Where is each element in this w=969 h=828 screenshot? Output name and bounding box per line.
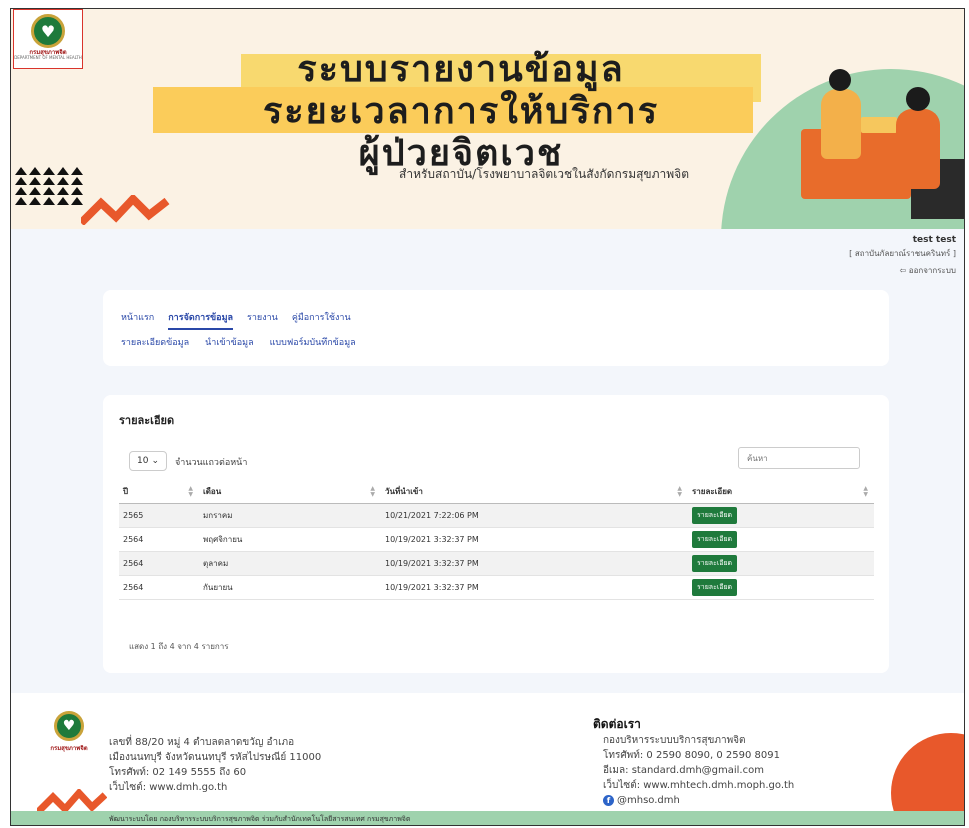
zigzag-decoration-icon bbox=[81, 195, 170, 225]
column-header-year[interactable]: ปี ▲ ▼ bbox=[119, 481, 199, 504]
sort-icon: ▲ ▼ bbox=[677, 485, 682, 498]
search-input[interactable] bbox=[738, 447, 860, 469]
illustration-laptop bbox=[861, 117, 897, 133]
logout-icon: ⇦ bbox=[899, 266, 909, 275]
facebook-icon: f bbox=[603, 794, 614, 806]
cell-action: รายละเอียด bbox=[688, 575, 874, 600]
sub-tabs: รายละเอียดข้อมูล นำเข้าข้อมูล แบบฟอร์มบั… bbox=[121, 335, 356, 349]
cell-year: 2565 bbox=[119, 503, 199, 528]
cell-action: รายละเอียด bbox=[688, 527, 874, 552]
dmh-emblem-icon: ♥ bbox=[54, 711, 84, 741]
logout-label: ออกจากระบบ bbox=[908, 266, 956, 275]
subtab-data-entry-form[interactable]: แบบฟอร์มบันทึกข้อมูล bbox=[270, 335, 356, 349]
cell-month: พฤศจิกายน bbox=[199, 527, 381, 552]
header-banner: ♥ กรมสุขภาพจิต DEPARTMENT OF MENTAL HEAL… bbox=[11, 9, 964, 229]
table-row: 2564 กันยายน 10/19/2021 3:32:37 PM รายละ… bbox=[119, 575, 874, 600]
cell-action: รายละเอียด bbox=[688, 551, 874, 576]
table-row: 2565 มกราคม 10/21/2021 7:22:06 PM รายละเ… bbox=[119, 503, 874, 528]
title-line-1: ระบบรายงานข้อมูล bbox=[297, 49, 625, 90]
cell-month: กันยายน bbox=[199, 575, 381, 600]
page-length-label: จำนวนแถวต่อหน้า bbox=[175, 458, 248, 468]
footer-contact: กองบริหารระบบบริการสุขภาพจิต โทรศัพท์: 0… bbox=[603, 735, 795, 808]
sort-icon: ▲ ▼ bbox=[370, 485, 375, 498]
details-table: ปี ▲ ▼ เดือน ▲ ▼ วันที่นำเข้า ▲ ▼ รายละเอียด ▲ ▼… bbox=[119, 481, 874, 600]
cell-import-date: 10/19/2021 3:32:37 PM bbox=[381, 575, 688, 600]
table-header-row: ปี ▲ ▼ เดือน ▲ ▼ วันที่นำเข้า ▲ ▼ รายละเอียด ▲ ▼ bbox=[119, 481, 874, 504]
subtab-import-data[interactable]: นำเข้าข้อมูล bbox=[205, 335, 254, 349]
tab-reports[interactable]: รายงาน bbox=[247, 310, 278, 330]
cell-action: รายละเอียด bbox=[688, 503, 874, 528]
details-button[interactable]: รายละเอียด bbox=[692, 554, 738, 572]
logout-link[interactable]: ⇦ ออกจากระบบ bbox=[849, 264, 956, 277]
cell-year: 2564 bbox=[119, 575, 199, 600]
main-tabs: หน้าแรก การจัดการข้อมูล รายงาน คู่มือการ… bbox=[121, 310, 351, 330]
banner-subtitle: สำหรับสถาบัน/โรงพยาบาลจิตเวชในสังกัดกรมส… bbox=[399, 167, 690, 181]
page-frame: ♥ กรมสุขภาพจิต DEPARTMENT OF MENTAL HEAL… bbox=[10, 8, 965, 826]
facebook-link[interactable]: f @mhso.dmh bbox=[603, 793, 794, 808]
column-header-details[interactable]: รายละเอียด ▲ ▼ bbox=[688, 481, 874, 504]
cell-import-date: 10/21/2021 7:22:06 PM bbox=[381, 503, 688, 528]
user-organization: [ สถาบันกัลยาณ์ราชนครินทร์ ] bbox=[849, 249, 956, 258]
cell-month: ตุลาคม bbox=[199, 551, 381, 576]
table-row: 2564 ตุลาคม 10/19/2021 3:32:37 PM รายละเ… bbox=[119, 551, 874, 576]
table-row: 2564 พฤศจิกายน 10/19/2021 3:32:37 PM ราย… bbox=[119, 527, 874, 552]
details-card: รายละเอียด 10 ⌄ จำนวนแถวต่อหน้า ปี▲▼ เดื… bbox=[103, 395, 889, 673]
footer-logo: ♥ กรมสุขภาพจิต bbox=[45, 711, 93, 759]
contact-title: ติดต่อเรา bbox=[593, 717, 641, 731]
triangle-pattern-icon bbox=[15, 167, 83, 205]
sort-icon: ▲ ▼ bbox=[863, 485, 868, 498]
footer-logo-text: กรมสุขภาพจิต bbox=[50, 745, 88, 752]
title-line-2: ระยะเวลาการให้บริการ bbox=[262, 91, 660, 132]
details-button[interactable]: รายละเอียด bbox=[692, 578, 738, 596]
user-name: test test bbox=[912, 235, 956, 245]
column-header-import-date[interactable]: วันที่นำเข้า ▲ ▼ bbox=[381, 481, 688, 504]
footer-credit-bar: พัฒนาระบบโดย กองบริหารระบบบริการสุขภาพจิ… bbox=[11, 811, 964, 825]
details-title: รายละเอียด bbox=[119, 414, 175, 427]
footer: ♥ กรมสุขภาพจิต เลขที่ 88/20 หมู่ 4 ตำบลต… bbox=[11, 693, 964, 825]
tab-data-management[interactable]: การจัดการข้อมูล bbox=[168, 310, 234, 330]
page-length-select[interactable]: 10 ⌄ bbox=[129, 451, 167, 471]
tab-user-manual[interactable]: คู่มือการใช้งาน bbox=[292, 310, 351, 330]
cell-month: มกราคม bbox=[199, 503, 381, 528]
sort-icon: ▲ ▼ bbox=[188, 485, 193, 498]
details-button[interactable]: รายละเอียด bbox=[692, 506, 738, 524]
cell-year: 2564 bbox=[119, 527, 199, 552]
cell-import-date: 10/19/2021 3:32:37 PM bbox=[381, 551, 688, 576]
subtab-data-details[interactable]: รายละเอียดข้อมูล bbox=[121, 335, 189, 349]
dmh-emblem-icon: ♥ bbox=[31, 14, 65, 48]
dmh-logo[interactable]: ♥ กรมสุขภาพจิต DEPARTMENT OF MENTAL HEAL… bbox=[13, 9, 83, 69]
tab-home[interactable]: หน้าแรก bbox=[121, 310, 154, 330]
column-header-month[interactable]: เดือน ▲ ▼ bbox=[199, 481, 381, 504]
footer-address: เลขที่ 88/20 หมู่ 4 ตำบลตลาดขวัญ อำเภอ เ… bbox=[109, 737, 322, 793]
illustration-person-right bbox=[896, 87, 940, 189]
table-info: แสดง 1 ถึง 4 จาก 4 รายการ bbox=[129, 642, 229, 651]
page-length-value: 10 bbox=[137, 456, 149, 466]
details-button[interactable]: รายละเอียด bbox=[692, 530, 738, 548]
footer-credit-text: พัฒนาระบบโดย กองบริหารระบบบริการสุขภาพจิ… bbox=[109, 815, 411, 823]
cell-year: 2564 bbox=[119, 551, 199, 576]
banner-title: ระบบรายงานข้อมูล ระยะเวลาการให้บริการ ผู… bbox=[153, 49, 761, 175]
chevron-down-icon: ⌄ bbox=[151, 456, 159, 466]
illustration-person-left bbox=[821, 69, 861, 159]
logo-subtext: DEPARTMENT OF MENTAL HEALTH bbox=[14, 55, 82, 60]
navigation-card: หน้าแรก การจัดการข้อมูล รายงาน คู่มือการ… bbox=[103, 290, 889, 366]
cell-import-date: 10/19/2021 3:32:37 PM bbox=[381, 527, 688, 552]
user-info: test test [ สถาบันกัลยาณ์ราชนครินทร์ ] ⇦… bbox=[849, 235, 956, 277]
